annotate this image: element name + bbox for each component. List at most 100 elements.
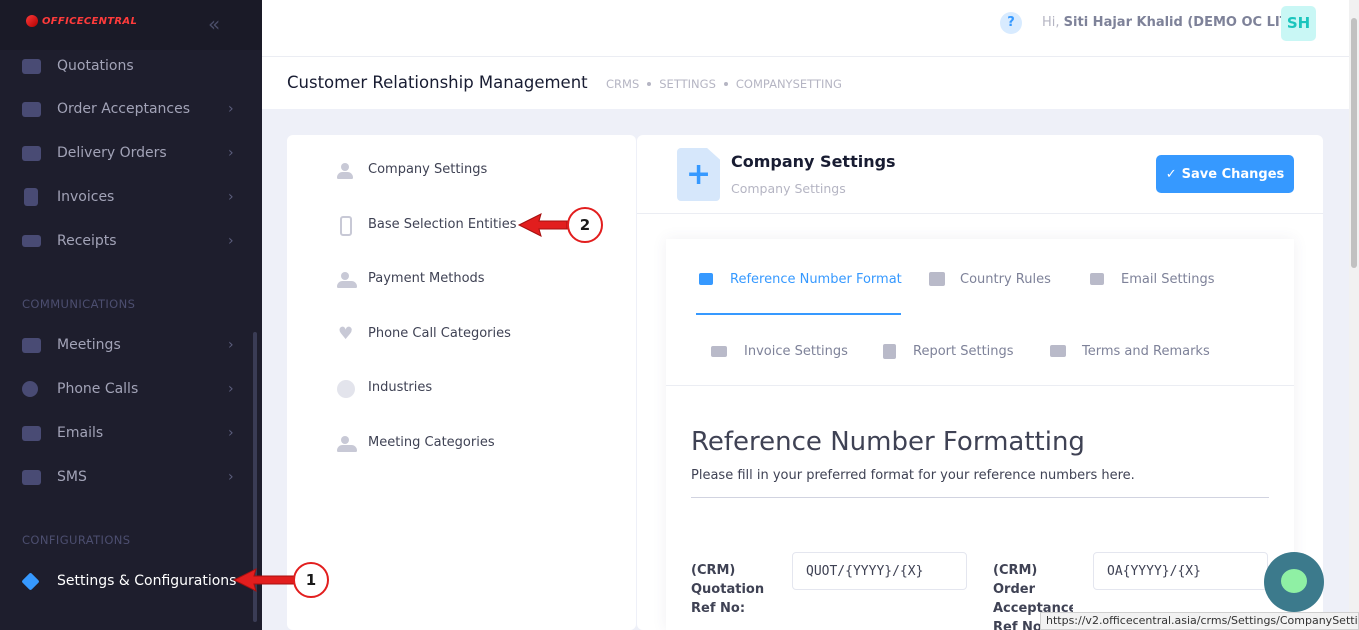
sidebar-item-sms[interactable]: SMS › (0, 455, 262, 499)
sidebar-item-label: SMS (57, 469, 87, 485)
nav-item-label: Meeting Categories (368, 435, 495, 450)
active-tab-indicator (696, 313, 901, 315)
section-title-communications: COMMUNICATIONS (22, 297, 136, 311)
user-greeting[interactable]: Hi, Siti Hajar Khalid (DEMO OC LITE) (1042, 15, 1303, 30)
status-bar-url: https://v2.officecentral.asia/crms/Setti… (1040, 612, 1359, 630)
file-icon (699, 273, 713, 285)
envelope-icon (22, 425, 41, 441)
nav-item-label: Company Settings (368, 162, 488, 177)
envelope-icon (1090, 273, 1104, 285)
section-description: Please fill in your preferred format for… (691, 468, 1135, 483)
sidebar-item-label: Settings & Configurations (57, 573, 237, 589)
sidebar-item-order-acceptances[interactable]: Order Acceptances › (0, 87, 262, 131)
nav-item-payment-methods[interactable]: Payment Methods (287, 260, 636, 300)
divider (637, 213, 1323, 214)
clipboard-icon (883, 343, 896, 359)
nav-item-company-settings[interactable]: Company Settings (287, 151, 636, 191)
invoices-icon (24, 188, 38, 206)
chevron-right-icon: › (228, 425, 234, 441)
sidebar-item-label: Meetings (57, 337, 121, 353)
top-bar: ? Hi, Siti Hajar Khalid (DEMO OC LITE) S… (262, 0, 1359, 57)
collapse-sidebar-icon[interactable]: « (208, 14, 220, 34)
order-acceptance-ref-input[interactable] (1093, 552, 1268, 590)
tab-label: Email Settings (1121, 271, 1215, 287)
chevron-right-icon: › (228, 337, 234, 353)
breadcrumb-separator (647, 82, 652, 86)
tab-invoice-settings[interactable]: Invoice Settings (711, 336, 848, 366)
save-changes-button[interactable]: ✓ Save Changes (1156, 155, 1294, 193)
company-settings-card: + Company Settings Company Settings ✓ Sa… (637, 135, 1323, 630)
annotation-marker-2: 2 (567, 207, 603, 243)
quotations-icon (22, 58, 41, 74)
file-plus-icon: + (677, 148, 720, 201)
sidebar-item-receipts[interactable]: Receipts › (0, 219, 262, 263)
section-title-configurations: CONFIGURATIONS (22, 533, 131, 547)
sidebar: Quotations OFFICECENTRAL « Order Accepta… (0, 0, 262, 630)
settings-diamond-icon (21, 571, 40, 591)
map-icon (929, 272, 945, 286)
tab-label: Invoice Settings (744, 343, 848, 359)
nav-item-industries[interactable]: Industries (287, 369, 636, 409)
sidebar-item-delivery-orders[interactable]: Delivery Orders › (0, 131, 262, 175)
breadcrumb-crms[interactable]: CRMS (606, 77, 639, 91)
chat-widget-button[interactable] (1264, 552, 1324, 612)
sidebar-item-label: Receipts (57, 233, 117, 249)
sidebar-item-label: Delivery Orders (57, 145, 167, 161)
chevron-right-icon: › (228, 145, 234, 161)
tab-label: Terms and Remarks (1082, 343, 1210, 359)
tab-email-settings[interactable]: Email Settings (1090, 264, 1215, 294)
meetings-icon (22, 337, 41, 353)
breadcrumb-settings[interactable]: SETTINGS (659, 77, 716, 91)
card-title: Company Settings (731, 152, 896, 171)
sidebar-item-label: Invoices (57, 189, 115, 205)
chevron-right-icon: › (228, 233, 234, 249)
sidebar-item-phone-calls[interactable]: Phone Calls › (0, 367, 262, 411)
subheader: Customer Relationship Management CRMS SE… (262, 57, 1349, 109)
users-icon (336, 436, 358, 452)
nav-item-label: Industries (368, 380, 433, 395)
sidebar-item-invoices[interactable]: Invoices › (0, 175, 262, 219)
sidebar-item-settings-configurations[interactable]: Settings & Configurations (0, 559, 262, 603)
tab-terms-and-remarks[interactable]: Terms and Remarks (1050, 336, 1210, 366)
divider (691, 497, 1269, 498)
page-scrollbar-thumb[interactable] (1351, 18, 1357, 268)
sms-icon (22, 469, 41, 485)
quotation-ref-input[interactable] (792, 552, 967, 590)
tab-report-settings[interactable]: Report Settings (883, 336, 1014, 366)
page-scrollbar[interactable] (1349, 0, 1359, 630)
divider (666, 385, 1294, 386)
receipts-icon (22, 235, 41, 247)
money-icon (711, 345, 727, 357)
nav-item-meeting-categories[interactable]: Meeting Categories (287, 424, 636, 464)
chevron-right-icon: › (228, 189, 234, 205)
breadcrumb: CRMS SETTINGS COMPANYSETTING (606, 77, 842, 91)
help-icon[interactable]: ? (1000, 12, 1022, 34)
heart-icon: ♥ (338, 324, 354, 344)
quotation-ref-label: (CRM) Quotation Ref No: (691, 563, 765, 616)
sidebar-item-meetings[interactable]: Meetings › (0, 323, 262, 367)
page-title: Customer Relationship Management (287, 73, 588, 92)
nav-item-label: Phone Call Categories (368, 326, 511, 341)
tab-reference-number-format[interactable]: Reference Number Format (699, 264, 902, 294)
sidebar-item-label: Quotations (57, 58, 134, 74)
sidebar-item-label: Emails (57, 425, 104, 441)
nav-item-phone-call-categories[interactable]: ♥ Phone Call Categories (287, 315, 636, 355)
chevron-right-icon: › (228, 381, 234, 397)
brand-bar: OFFICECENTRAL « (0, 0, 262, 50)
chat-bubble-icon (1281, 569, 1307, 593)
brand-name: OFFICECENTRAL (42, 15, 138, 27)
brand-logo[interactable]: OFFICECENTRAL (26, 15, 137, 27)
tab-country-rules[interactable]: Country Rules (929, 264, 1051, 294)
tab-label: Reference Number Format (730, 271, 902, 287)
sidebar-item-emails[interactable]: Emails › (0, 411, 262, 455)
delivery-orders-icon (22, 145, 41, 161)
chevron-right-icon: › (228, 469, 234, 485)
mobile-icon (340, 216, 352, 236)
settings-panel: Reference Number Format Country Rules Em… (666, 239, 1294, 630)
sidebar-item-quotations[interactable]: Quotations (0, 44, 262, 88)
avatar[interactable]: SH (1281, 6, 1316, 41)
section-heading: Reference Number Formatting (691, 427, 1085, 457)
sidebar-item-label: Order Acceptances (57, 101, 191, 117)
breadcrumb-companysetting[interactable]: COMPANYSETTING (736, 77, 842, 91)
greeting-prefix: Hi, (1042, 15, 1060, 30)
